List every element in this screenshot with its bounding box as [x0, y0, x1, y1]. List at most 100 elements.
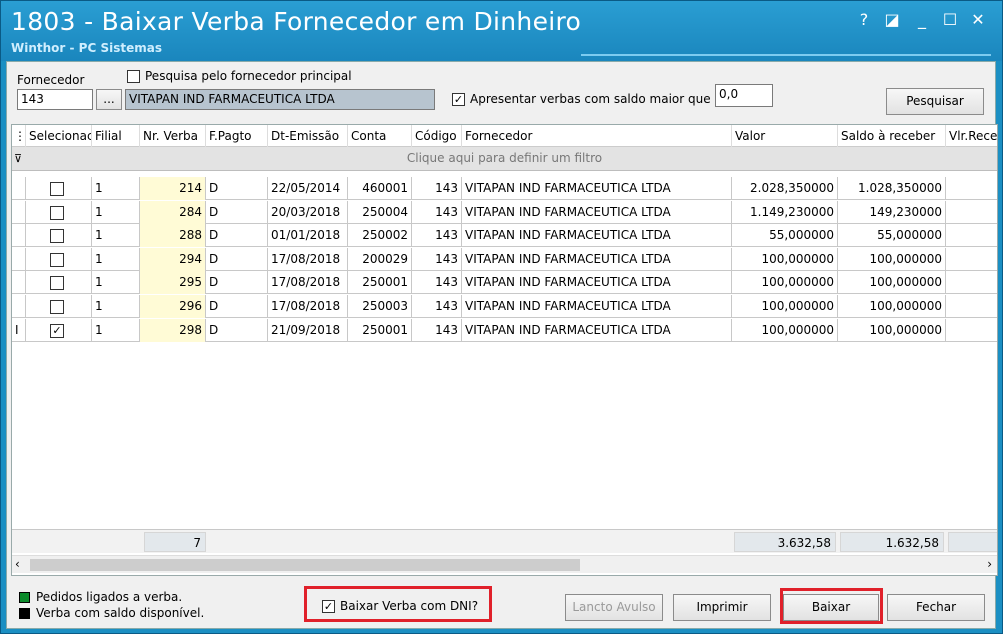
row-checkbox[interactable]: [50, 300, 64, 314]
scroll-left-icon[interactable]: ‹: [15, 557, 20, 571]
cell-conta: 250001: [348, 271, 412, 295]
minimize-icon[interactable]: _: [911, 9, 933, 31]
pesquisar-button[interactable]: Pesquisar: [886, 88, 984, 115]
cell-dt: 17/08/2018: [268, 295, 348, 318]
row-select-cell: [26, 295, 92, 318]
cell-filial: 1: [92, 318, 140, 342]
cell-codigo: 143: [412, 177, 462, 200]
row-checkbox[interactable]: [50, 252, 64, 267]
fechar-button[interactable]: Fechar: [887, 594, 985, 621]
row-indicator: [12, 247, 26, 271]
help-icon[interactable]: ?: [853, 9, 875, 31]
footer-count: 7: [144, 532, 206, 552]
cell-fpagto: D: [206, 318, 268, 342]
cell-dt: 22/05/2014: [268, 177, 348, 200]
col-selecionado[interactable]: Selecionac: [26, 125, 92, 147]
col-fpagto[interactable]: F.Pagto: [206, 125, 268, 147]
cell-filial: 1: [92, 271, 140, 295]
restore-layout-icon[interactable]: ◪: [881, 9, 903, 31]
cell-filial: 1: [92, 224, 140, 248]
apresentar-saldo-label: Apresentar verbas com saldo maior que: [470, 92, 711, 106]
table-row[interactable]: 1 296 D 17/08/2018 250003 143 VITAPAN IND FARM…: [12, 295, 997, 318]
pesquisa-principal-checkbox[interactable]: [127, 70, 140, 83]
fornecedor-lookup-button[interactable]: ...: [96, 89, 122, 110]
grid-header: ⋮ Selecionac Filial Nr. Verba F.Pagto Dt…: [12, 125, 997, 147]
table-row[interactable]: 1 294 D 17/08/2018 200029 143 VITAPAN IND FARM…: [12, 247, 997, 271]
cell-dt: 20/03/2018: [268, 200, 348, 224]
maximize-icon[interactable]: ☐: [939, 9, 961, 31]
cell-conta: 460001: [348, 177, 412, 200]
col-filial[interactable]: Filial: [92, 125, 140, 147]
footer-vlr-recebido: [948, 532, 997, 552]
fornecedor-name-field: VITAPAN IND FARMACEUTICA LTDA: [125, 89, 435, 110]
dni-checkbox[interactable]: ✓: [322, 600, 335, 613]
col-nr-verba[interactable]: Nr. Verba: [140, 125, 206, 147]
close-icon[interactable]: ✕: [967, 9, 989, 31]
main-panel: Fornecedor 143 ... VITAPAN IND FARMACEUT…: [6, 61, 998, 629]
pedidos-legend-swatch: [19, 592, 30, 603]
row-checkbox[interactable]: ✓: [50, 323, 64, 338]
row-indicator: [12, 271, 26, 295]
dni-label: Baixar Verba com DNI?: [340, 599, 479, 613]
cell-fpagto: D: [206, 247, 268, 271]
table-row[interactable]: I ✓ 1 298 D 21/09/2018 250001 143 VITAPAN IND FA…: [12, 318, 997, 342]
cell-fornecedor: VITAPAN IND FARMACEUTICA LTDA: [462, 224, 732, 248]
title-bar: 1803 - Baixar Verba Fornecedor em Dinhei…: [1, 1, 1002, 61]
cell-fpagto: D: [206, 177, 268, 200]
scroll-right-icon[interactable]: ›: [987, 557, 992, 571]
col-fornecedor[interactable]: Fornecedor: [462, 125, 732, 147]
scrollbar-thumb[interactable]: [30, 559, 580, 571]
cell-saldo: 100,000000: [838, 271, 946, 295]
col-vlr-recebido[interactable]: Vlr.Rece: [946, 125, 997, 147]
table-row[interactable]: 1 284 D 20/03/2018 250004 143 VITAPAN IND FARM…: [12, 200, 997, 224]
lancto-avulso-button[interactable]: Lancto Avulso: [565, 594, 663, 621]
saldo-minimo-input[interactable]: 0,0: [715, 84, 773, 107]
cell-conta: 250004: [348, 200, 412, 224]
filter-hint: Clique aqui para definir um filtro: [406, 151, 603, 165]
app-window: 1803 - Baixar Verba Fornecedor em Dinhei…: [0, 0, 1003, 634]
saldo-legend-label: Verba com saldo disponível.: [36, 606, 205, 620]
row-checkbox[interactable]: [50, 229, 64, 244]
col-valor[interactable]: Valor: [732, 125, 838, 147]
baixar-button[interactable]: Baixar: [783, 594, 879, 621]
row-checkbox[interactable]: [50, 205, 64, 220]
table-row[interactable]: 1 214 D 22/05/2014 460001 143 VITAPAN IND FARM…: [12, 177, 997, 200]
cell-filial: 1: [92, 295, 140, 318]
window-subtitle: Winthor - PC Sistemas: [11, 41, 162, 55]
cell-vlr-recebido: [946, 319, 997, 342]
imprimir-button[interactable]: Imprimir: [673, 594, 771, 621]
row-checkbox[interactable]: [50, 182, 64, 196]
apresentar-saldo-checkbox[interactable]: ✓: [452, 93, 465, 106]
cell-vlr-recebido: [946, 224, 997, 247]
cell-saldo: 100,000000: [838, 247, 946, 271]
cell-valor: 100,000000: [732, 271, 838, 295]
cell-codigo: 143: [412, 318, 462, 342]
cell-nr-verba: 296: [140, 295, 206, 318]
cell-valor: 55,000000: [732, 224, 838, 248]
col-conta[interactable]: Conta: [348, 125, 412, 147]
window-title: 1803 - Baixar Verba Fornecedor em Dinhei…: [11, 7, 582, 36]
footer-saldo-total: 1.632,58: [840, 532, 944, 552]
cell-nr-verba: 298: [140, 318, 206, 342]
cell-dt: 01/01/2018: [268, 224, 348, 248]
cell-valor: 1.149,230000: [732, 200, 838, 224]
column-chooser-icon[interactable]: ⋮: [12, 125, 26, 147]
horizontal-scrollbar[interactable]: ‹ ›: [12, 555, 997, 573]
cell-filial: 1: [92, 200, 140, 224]
col-codigo[interactable]: Código: [412, 125, 462, 147]
pesquisa-principal-label: Pesquisa pelo fornecedor principal: [145, 69, 352, 83]
table-row[interactable]: 1 295 D 17/08/2018 250001 143 VITAPAN IND FARM…: [12, 271, 997, 295]
col-saldo[interactable]: Saldo à receber: [838, 125, 946, 147]
footer-valor-total: 3.632,58: [734, 532, 836, 552]
row-checkbox[interactable]: [50, 276, 64, 291]
cell-nr-verba: 294: [140, 247, 206, 271]
cell-codigo: 143: [412, 247, 462, 271]
fornecedor-code-input[interactable]: 143: [17, 89, 93, 110]
grid-footer: 7 3.632,58 1.632,58: [12, 529, 997, 553]
col-dt-emissao[interactable]: Dt-Emissão: [268, 125, 348, 147]
row-indicator: [12, 200, 26, 224]
filter-row[interactable]: ⊽ Clique aqui para definir um filtro: [12, 147, 997, 171]
cell-saldo: 149,230000: [838, 200, 946, 224]
table-row[interactable]: 1 288 D 01/01/2018 250002 143 VITAPAN IND FARM…: [12, 224, 997, 248]
cell-nr-verba: 288: [140, 224, 206, 248]
